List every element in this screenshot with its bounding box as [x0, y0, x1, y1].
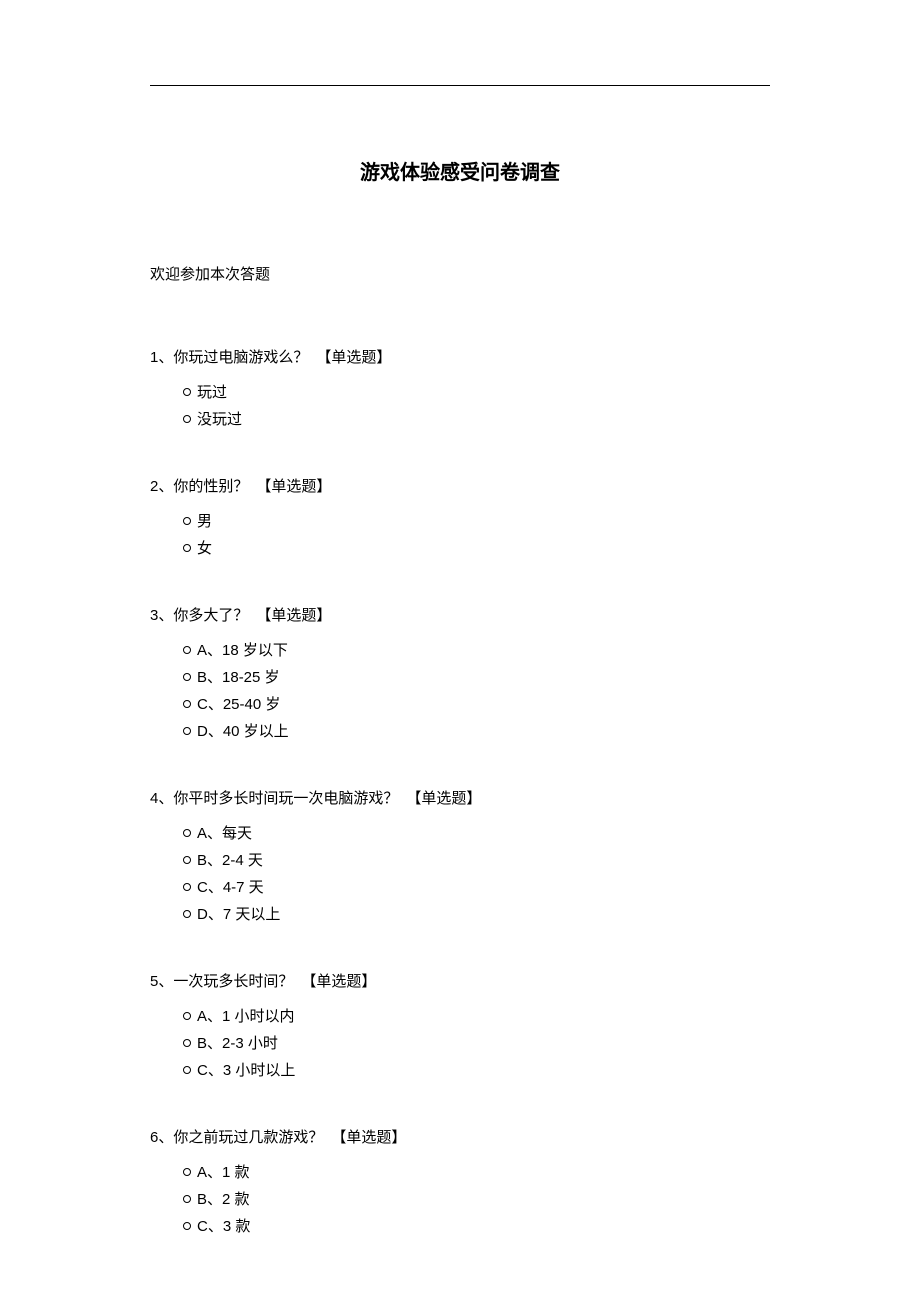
question-block: 4、你平时多长时间玩一次电脑游戏？ 【单选题】 A、每天 B、2-4 天 C、4-7 天… — [150, 787, 770, 928]
question-label: 你玩过电脑游戏么？ — [173, 349, 308, 366]
question-label: 你平时多长时间玩一次电脑游戏？ — [173, 790, 398, 807]
question-block: 3、你多大了？ 【单选题】 A、18 岁以下 B、18-25 岁 C、25-40 岁 D、… — [150, 604, 770, 745]
option-item[interactable]: A、1 小时以内 — [183, 1003, 770, 1030]
question-text: 4、你平时多长时间玩一次电脑游戏？ 【单选题】 — [150, 787, 770, 808]
question-label: 你的性别？ — [173, 478, 248, 495]
intro-text: 欢迎参加本次答题 — [150, 263, 770, 284]
options-list: A、1 款 B、2 款 C、3 款 — [150, 1159, 770, 1240]
circle-icon — [183, 1168, 191, 1176]
option-item[interactable]: D、40 岁以上 — [183, 718, 770, 745]
option-item[interactable]: C、25-40 岁 — [183, 691, 770, 718]
options-list: A、每天 B、2-4 天 C、4-7 天 D、7 天以上 — [150, 820, 770, 928]
option-item[interactable]: C、3 小时以上 — [183, 1057, 770, 1084]
question-number: 1、 — [150, 349, 173, 366]
option-label: A、1 款 — [197, 1164, 250, 1181]
question-block: 6、你之前玩过几款游戏？ 【单选题】 A、1 款 B、2 款 C、3 款 — [150, 1126, 770, 1240]
question-label: 你之前玩过几款游戏？ — [173, 1129, 323, 1146]
circle-icon — [183, 1066, 191, 1074]
question-text: 1、你玩过电脑游戏么？ 【单选题】 — [150, 346, 770, 367]
survey-title: 游戏体验感受问卷调查 — [150, 156, 770, 185]
question-text: 6、你之前玩过几款游戏？ 【单选题】 — [150, 1126, 770, 1147]
question-text: 2、你的性别？ 【单选题】 — [150, 475, 770, 496]
question-block: 2、你的性别？ 【单选题】男女 — [150, 475, 770, 562]
circle-icon — [183, 883, 191, 891]
option-item[interactable]: 没玩过 — [183, 406, 770, 433]
circle-icon — [183, 544, 191, 552]
option-label: C、25-40 岁 — [197, 696, 280, 713]
option-item[interactable]: D、7 天以上 — [183, 901, 770, 928]
option-label: 玩过 — [197, 384, 227, 401]
circle-icon — [183, 1222, 191, 1230]
option-item[interactable]: B、18-25 岁 — [183, 664, 770, 691]
question-text: 3、你多大了？ 【单选题】 — [150, 604, 770, 625]
option-label: B、18-25 岁 — [197, 669, 280, 686]
circle-icon — [183, 388, 191, 396]
option-label: B、2 款 — [197, 1191, 250, 1208]
question-label: 你多大了？ — [173, 607, 248, 624]
question-block: 1、你玩过电脑游戏么？ 【单选题】玩过没玩过 — [150, 346, 770, 433]
option-label: B、2-4 天 — [197, 852, 263, 869]
option-item[interactable]: A、1 款 — [183, 1159, 770, 1186]
question-number: 5、 — [150, 973, 173, 990]
option-label: A、每天 — [197, 825, 252, 842]
option-item[interactable]: A、每天 — [183, 820, 770, 847]
options-list: 玩过没玩过 — [150, 379, 770, 433]
page-container: 游戏体验感受问卷调查 欢迎参加本次答题 1、你玩过电脑游戏么？【单选题】玩过没玩… — [0, 0, 920, 1240]
question-number: 6、 — [150, 1129, 173, 1146]
option-item[interactable]: C、3 款 — [183, 1213, 770, 1240]
option-label: D、40 岁以上 — [197, 723, 289, 740]
option-label: B、2-3 小时 — [197, 1035, 278, 1052]
option-label: C、4-7 天 — [197, 879, 264, 896]
question-block: 5、一次玩多长时间？ 【单选题】 A、1 小时以内 B、2-3 小时 C、3 小时以上 — [150, 970, 770, 1084]
circle-icon — [183, 910, 191, 918]
circle-icon — [183, 1012, 191, 1020]
option-label: D、7 天以上 — [197, 906, 280, 923]
circle-icon — [183, 415, 191, 423]
options-list: A、18 岁以下 B、18-25 岁 C、25-40 岁 D、40 岁以上 — [150, 637, 770, 745]
option-item[interactable]: 男 — [183, 508, 770, 535]
circle-icon — [183, 829, 191, 837]
circle-icon — [183, 1195, 191, 1203]
option-label: C、3 小时以上 — [197, 1062, 295, 1079]
questions-container: 1、你玩过电脑游戏么？【单选题】玩过没玩过2、你的性别？【单选题】男女3、你多大… — [150, 346, 770, 1240]
question-label: 一次玩多长时间？ — [173, 973, 293, 990]
circle-icon — [183, 700, 191, 708]
question-type-label: 【单选题】 — [256, 478, 331, 495]
option-item[interactable]: 女 — [183, 535, 770, 562]
option-item[interactable]: C、4-7 天 — [183, 874, 770, 901]
question-type-label: 【单选题】 — [301, 973, 376, 990]
circle-icon — [183, 517, 191, 525]
circle-icon — [183, 673, 191, 681]
option-label: 男 — [197, 513, 212, 530]
option-item[interactable]: B、2-3 小时 — [183, 1030, 770, 1057]
option-item[interactable]: B、2-4 天 — [183, 847, 770, 874]
question-type-label: 【单选题】 — [256, 607, 331, 624]
question-number: 4、 — [150, 790, 173, 807]
question-text: 5、一次玩多长时间？ 【单选题】 — [150, 970, 770, 991]
option-label: 女 — [197, 540, 212, 557]
option-label: A、18 岁以下 — [197, 642, 288, 659]
circle-icon — [183, 856, 191, 864]
top-divider — [150, 85, 770, 86]
option-label: 没玩过 — [197, 411, 242, 428]
question-number: 2、 — [150, 478, 173, 495]
options-list: A、1 小时以内 B、2-3 小时 C、3 小时以上 — [150, 1003, 770, 1084]
option-item[interactable]: 玩过 — [183, 379, 770, 406]
options-list: 男女 — [150, 508, 770, 562]
option-item[interactable]: B、2 款 — [183, 1186, 770, 1213]
circle-icon — [183, 727, 191, 735]
option-label: A、1 小时以内 — [197, 1008, 295, 1025]
option-label: C、3 款 — [197, 1218, 250, 1235]
option-item[interactable]: A、18 岁以下 — [183, 637, 770, 664]
question-number: 3、 — [150, 607, 173, 624]
question-type-label: 【单选题】 — [316, 349, 391, 366]
question-type-label: 【单选题】 — [331, 1129, 406, 1146]
question-type-label: 【单选题】 — [406, 790, 481, 807]
circle-icon — [183, 646, 191, 654]
circle-icon — [183, 1039, 191, 1047]
